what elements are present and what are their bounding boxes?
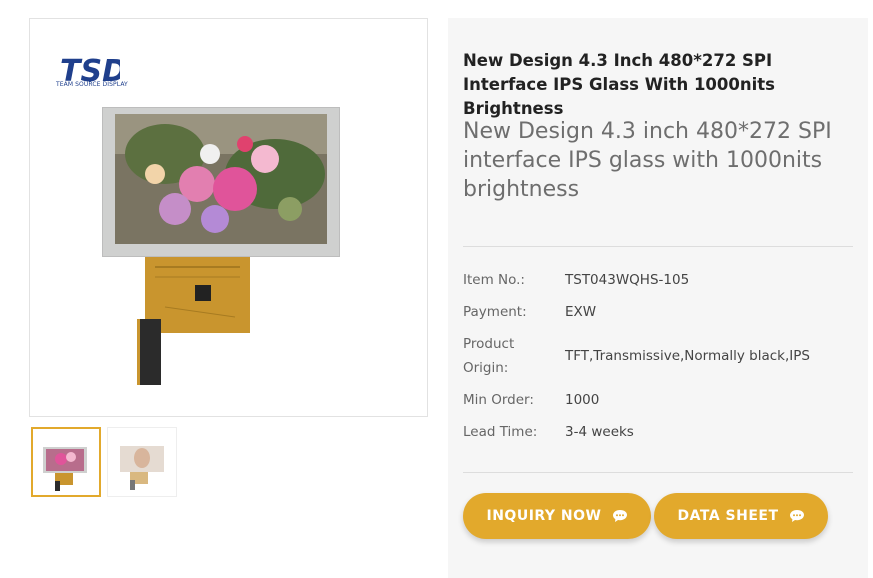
inquiry-now-label: INQUIRY NOW	[486, 508, 602, 524]
spec-label: Payment:	[463, 304, 527, 320]
product-title: New Design 4.3 Inch 480*272 SPI Interfac…	[463, 51, 775, 118]
thumbnail-1[interactable]	[31, 427, 101, 497]
spec-value: TFT,Transmissive,Normally black,IPS	[565, 348, 810, 364]
logo-text: TEAM SOURCE DISPLAY	[56, 81, 128, 88]
inquiry-now-button[interactable]: INQUIRY NOW	[463, 493, 651, 539]
spec-value: EXW	[565, 304, 597, 320]
lcd-module	[102, 107, 340, 257]
spec-label: Min Order:	[463, 392, 534, 408]
spec-label: Lead Time:	[463, 424, 538, 440]
divider-bottom	[463, 472, 853, 473]
chat-bubble-icon	[612, 510, 627, 522]
product-subtitle: New Design 4.3 inch 480*272 SPI interfac…	[463, 119, 832, 202]
main-product-image[interactable]: TSD TEAM SOURCE DISPLAY	[29, 18, 428, 417]
spec-label: Product Origin:	[463, 336, 515, 376]
fpc-tail-connector	[137, 319, 161, 385]
data-sheet-label: DATA SHEET	[677, 508, 779, 524]
product-info-panel: New Design 4.3 Inch 480*272 SPI Interfac…	[448, 18, 868, 578]
flower-bouquet-image	[115, 114, 327, 244]
thumbnail-lcd-image	[43, 447, 87, 491]
chat-bubble-icon	[789, 510, 804, 522]
divider-top	[463, 246, 853, 247]
spec-value: 1000	[565, 392, 600, 408]
spec-value: 3-4 weeks	[565, 424, 634, 440]
thumbnail-2[interactable]	[107, 427, 177, 497]
thumbnail-portrait-image	[120, 446, 164, 490]
spec-label: Item No.:	[463, 272, 525, 288]
spec-value: TST043WQHS-105	[565, 272, 690, 288]
lcd-screen-flower-image	[115, 114, 327, 244]
data-sheet-button[interactable]: DATA SHEET	[654, 493, 828, 539]
